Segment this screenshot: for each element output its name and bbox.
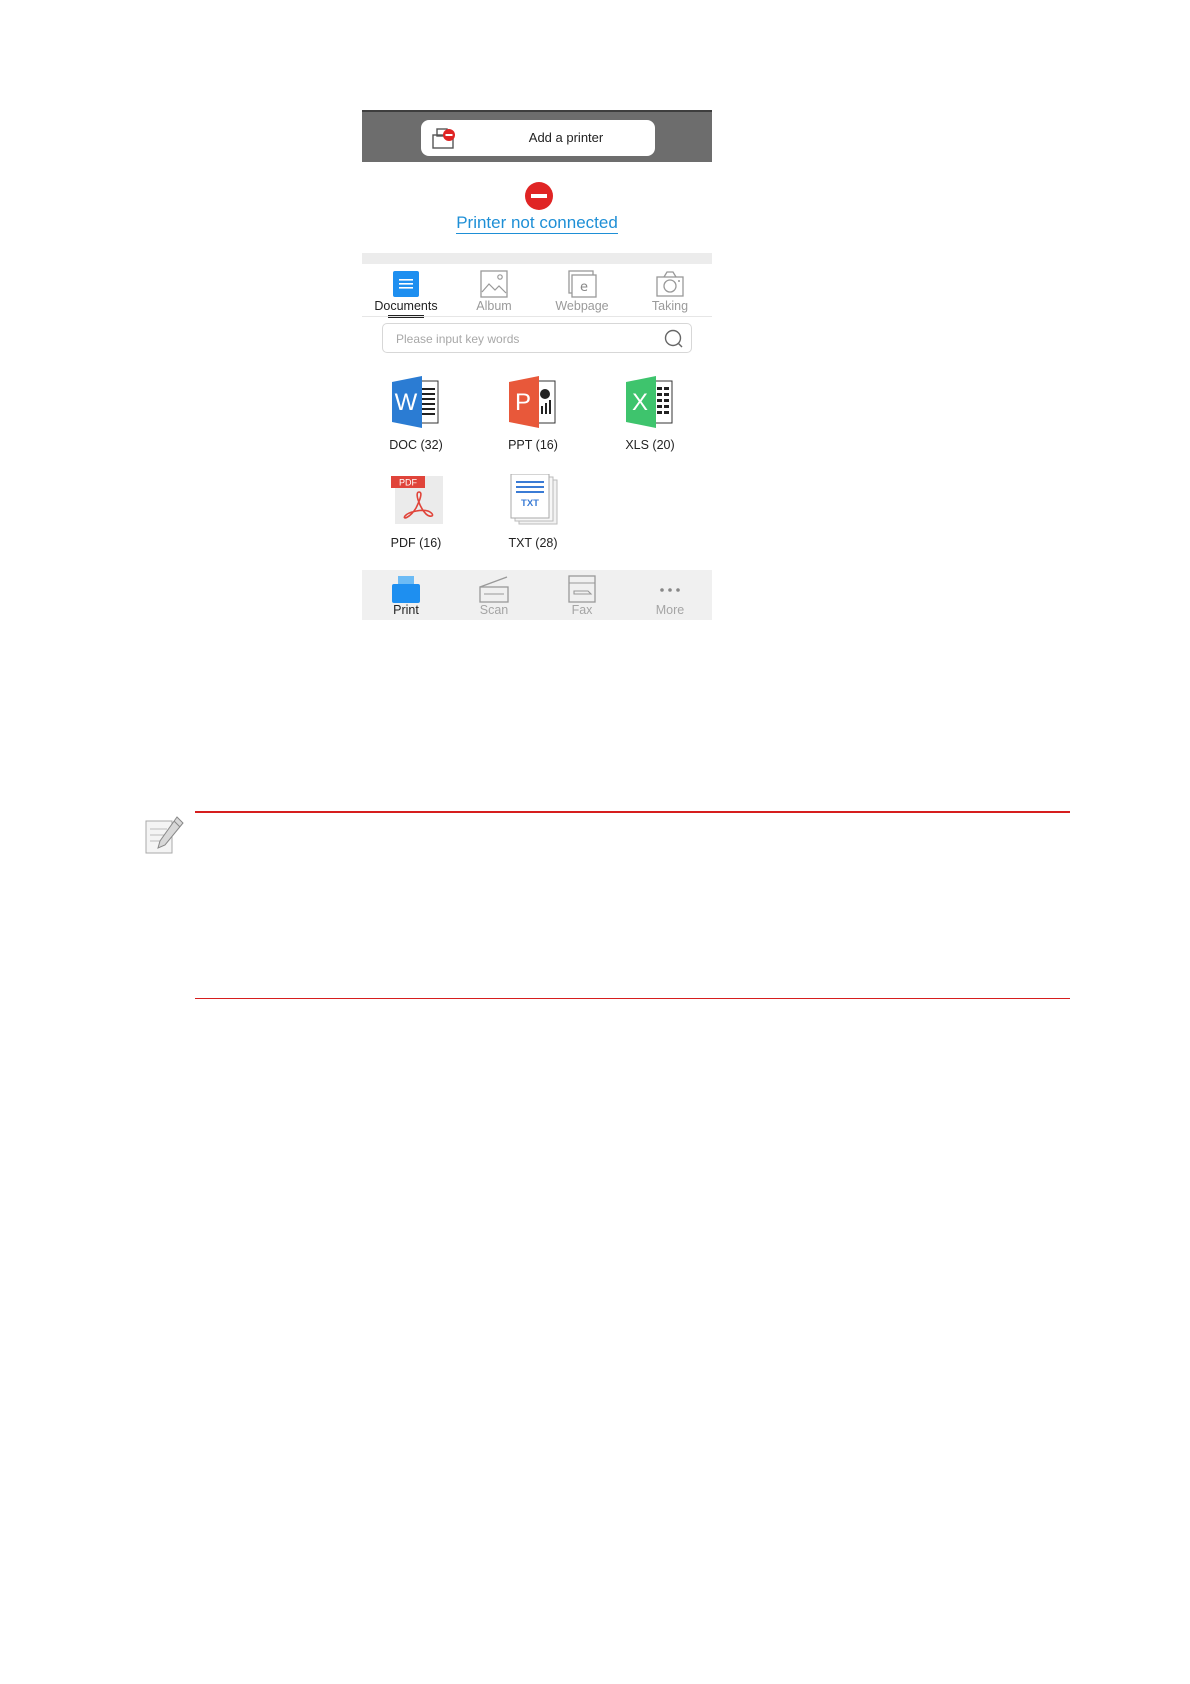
file-type-txt[interactable]: TXT TXT (28) — [483, 474, 583, 564]
printer-error-icon — [432, 128, 455, 149]
documents-icon — [393, 271, 419, 297]
svg-text:X: X — [632, 389, 648, 416]
nav-scan-label: Scan — [479, 603, 509, 617]
file-type-xls[interactable]: X XLS (20) — [600, 376, 700, 466]
printer-status-text: Printer not connected — [456, 213, 618, 234]
note-rule-bottom — [195, 998, 1070, 999]
add-printer-button[interactable]: Add a printer — [421, 120, 655, 156]
printer-status-link[interactable]: Printer not connected — [362, 213, 712, 234]
file-type-pdf[interactable]: PDF PDF (16) — [366, 474, 466, 564]
top-bar: Add a printer — [362, 110, 712, 162]
pdf-icon: PDF — [391, 476, 443, 524]
file-type-ppt-label: PPT (16) — [508, 438, 558, 452]
word-icon: W — [392, 376, 439, 428]
nav-fax[interactable]: Fax — [538, 570, 626, 620]
fax-icon — [568, 575, 596, 603]
file-type-xls-label: XLS (20) — [625, 438, 675, 452]
file-type-doc-label: DOC (32) — [389, 438, 443, 452]
file-type-txt-label: TXT (28) — [508, 536, 558, 550]
nav-fax-label: Fax — [571, 603, 593, 617]
tab-webpage-label: Webpage — [555, 299, 609, 313]
print-icon — [392, 576, 420, 603]
file-type-pdf-label: PDF (16) — [390, 536, 442, 550]
phone-screenshot: Add a printer Printer not connected Docu… — [362, 110, 712, 620]
add-printer-label: Add a printer — [528, 130, 604, 145]
webpage-icon: e — [568, 270, 597, 298]
txt-icon: TXT — [510, 474, 558, 525]
search-icon[interactable] — [663, 329, 685, 349]
note-pencil-icon — [145, 816, 184, 854]
note-rule-top — [195, 811, 1070, 813]
file-type-doc[interactable]: W DOC (32) — [366, 376, 466, 466]
tab-documents-label: Documents — [374, 299, 438, 313]
search-input[interactable]: Please input key words — [382, 323, 692, 353]
svg-text:PDF: PDF — [399, 478, 418, 488]
search-placeholder: Please input key words — [396, 332, 520, 346]
excel-icon: X — [626, 376, 673, 428]
svg-text:TXT: TXT — [521, 498, 539, 509]
not-connected-icon — [525, 182, 553, 210]
scan-icon — [479, 576, 509, 603]
tab-taking-label: Taking — [651, 299, 689, 313]
tabs-divider — [362, 316, 712, 317]
section-divider — [362, 253, 712, 264]
nav-scan[interactable]: Scan — [450, 570, 538, 620]
svg-text:e: e — [580, 280, 588, 295]
bottom-nav: Print Scan Fax More — [362, 570, 712, 620]
tab-album-label: Album — [476, 299, 512, 313]
nav-print[interactable]: Print — [362, 570, 450, 620]
album-icon — [480, 270, 508, 298]
svg-text:W: W — [395, 389, 418, 416]
svg-text:P: P — [515, 389, 531, 416]
more-icon — [660, 588, 680, 592]
file-type-ppt[interactable]: P PPT (16) — [483, 376, 583, 466]
powerpoint-icon: P — [509, 376, 556, 428]
nav-print-label: Print — [393, 603, 419, 617]
nav-more-label: More — [655, 603, 685, 617]
nav-more[interactable]: More — [626, 570, 714, 620]
camera-icon — [656, 271, 684, 297]
